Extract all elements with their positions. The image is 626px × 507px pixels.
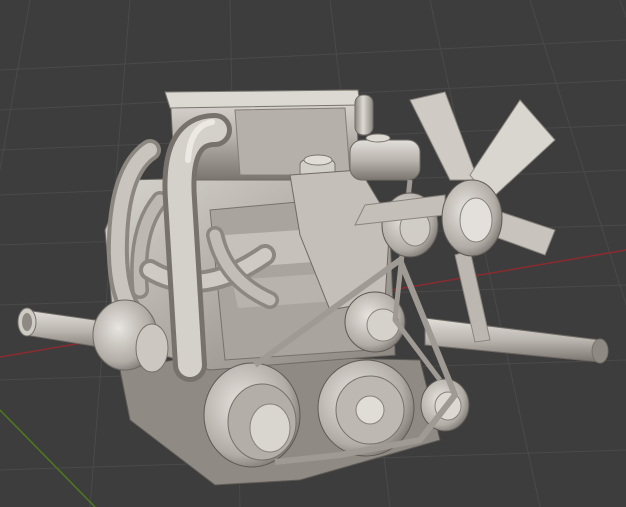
pulley-left bbox=[203, 362, 301, 468]
exhaust-pipe-right bbox=[424, 317, 609, 364]
y-axis-line bbox=[0, 409, 96, 507]
viewport-scene[interactable] bbox=[0, 0, 626, 507]
3d-viewport[interactable] bbox=[0, 0, 626, 507]
engine-model[interactable] bbox=[17, 89, 609, 486]
alternator bbox=[349, 133, 421, 181]
